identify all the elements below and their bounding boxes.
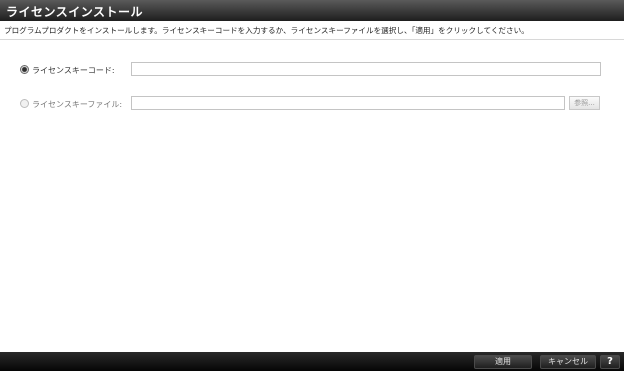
- license-key-file-radio[interactable]: [20, 99, 29, 108]
- title-bar: ライセンスインストール: [0, 0, 624, 21]
- main-panel: ライセンスキーコード: ライセンスキーファイル: 参照...: [0, 40, 624, 352]
- license-key-code-row: ライセンスキーコード:: [20, 62, 610, 78]
- license-key-file-input[interactable]: [131, 96, 565, 110]
- window-title: ライセンスインストール: [6, 5, 144, 19]
- license-key-file-row: ライセンスキーファイル: 参照...: [20, 96, 610, 112]
- browse-button[interactable]: 参照...: [569, 96, 600, 110]
- cancel-button[interactable]: キャンセル: [540, 355, 596, 369]
- instruction-text: プログラムプロダクトをインストールします。ライセンスキーコードを入力するか、ライ…: [4, 26, 529, 35]
- instruction-bar: プログラムプロダクトをインストールします。ライセンスキーコードを入力するか、ライ…: [0, 21, 624, 40]
- apply-button[interactable]: 適用: [474, 355, 532, 369]
- license-key-code-input[interactable]: [131, 62, 601, 76]
- license-key-code-label[interactable]: ライセンスキーコード:: [32, 65, 115, 76]
- license-key-code-radio[interactable]: [20, 65, 29, 74]
- license-key-file-label[interactable]: ライセンスキーファイル:: [32, 99, 122, 110]
- help-icon[interactable]: ?: [600, 355, 620, 369]
- footer-bar: 適用 キャンセル ?: [0, 352, 624, 371]
